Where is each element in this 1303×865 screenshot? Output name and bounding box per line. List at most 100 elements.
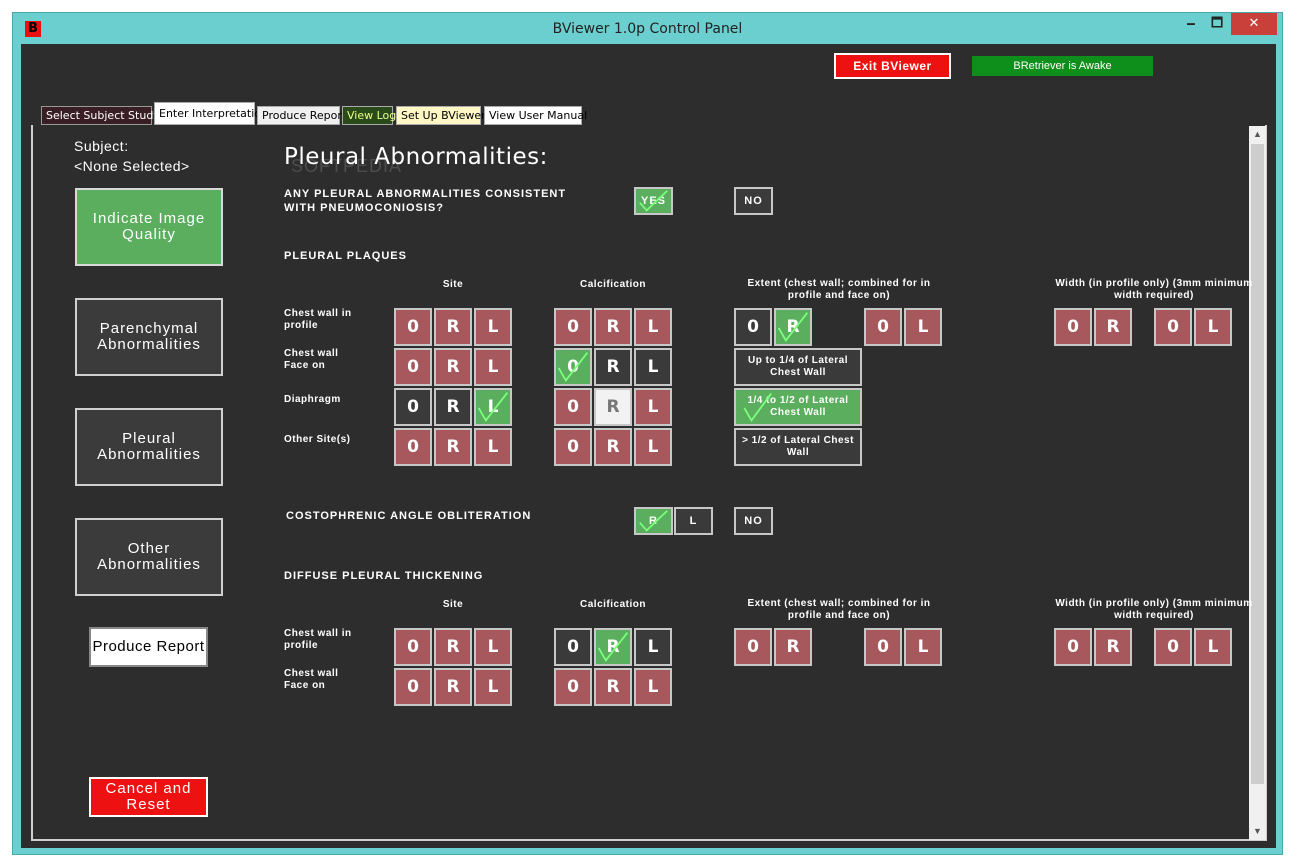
tab-view-log[interactable]: View Log [342,106,396,125]
diffuse-width-r-r-button[interactable]: R [1094,628,1132,666]
plaque-site-o-button[interactable]: 0 [394,428,432,466]
diffuse-site-o-button[interactable]: 0 [394,668,432,706]
diffuse-extent-l-o-button[interactable]: 0 [864,628,902,666]
cancel-and-reset-button[interactable]: Cancel and Reset [89,777,208,817]
plaque-site-r-button-label: R [446,397,460,417]
plaque-calcification-r-button[interactable]: R [594,308,632,346]
plaque-site-l-button[interactable]: L [474,428,512,466]
plaque-calcification-l-button[interactable]: L [634,348,672,386]
diffuse-width-l-l-button[interactable]: L [1194,628,1232,666]
diffuse-site-o-button[interactable]: 0 [394,628,432,666]
no-button[interactable]: NO [734,187,773,215]
diffuse-site-r-button[interactable]: R [434,668,472,706]
maximize-button[interactable]: 🗖 [1204,13,1230,35]
plaque-calcification-r-button-label: R [606,397,620,417]
extent-quarter-to-half-button[interactable]: 1/4 to 1/2 of Lateral Chest Wall [734,388,862,426]
diffuse-extent-r-r-button[interactable]: R [774,628,812,666]
plaque-calcification-r-button-label: R [606,437,620,457]
extent-over-half-button[interactable]: > 1/2 of Lateral Chest Wall [734,428,862,466]
diffuse-extent-r-o-button[interactable]: 0 [734,628,772,666]
plaque-extent-r-o-button-label: 0 [747,317,759,337]
plaque-site-r-button[interactable]: R [434,388,472,426]
plaque-calcification-o-button-label: 0 [567,437,579,457]
calcification-header: Calcification [580,279,646,290]
plaque-width-r-r-button[interactable]: R [1094,308,1132,346]
plaque-site-l-button[interactable]: L [474,388,512,426]
window-title: BViewer 1.0p Control Panel [552,21,743,37]
exit-bviewer-button[interactable]: Exit BViewer [834,53,951,79]
diffuse-extent-r-r-button-label: R [786,637,800,657]
plaque-extent-l-l-button[interactable]: L [904,308,942,346]
extent-up-to-quarter-button[interactable]: Up to 1/4 of Lateral Chest Wall [734,348,862,386]
diffuse-calcification-l-button[interactable]: L [634,628,672,666]
costophrenic-no-button[interactable]: NO [734,507,773,535]
plaque-site-o-button[interactable]: 0 [394,308,432,346]
plaque-extent-r-o-button[interactable]: 0 [734,308,772,346]
plaque-calcification-o-button[interactable]: 0 [554,348,592,386]
plaque-site-r-button[interactable]: R [434,348,472,386]
diffuse-width-r-o-button[interactable]: 0 [1054,628,1092,666]
plaque-site-l-button-label: L [487,357,499,377]
plaque-extent-l-o-button[interactable]: 0 [864,308,902,346]
diffuse-calcification-l-button-label: L [647,637,659,657]
plaque-site-r-button[interactable]: R [434,308,472,346]
diffuse-calcification-r-button[interactable]: R [594,668,632,706]
plaque-site-o-button[interactable]: 0 [394,348,432,386]
tab-enter-interpretation[interactable]: Enter Interpretation [154,102,268,125]
diffuse-extent-l-l-button[interactable]: L [904,628,942,666]
diffuse-site-l-button[interactable]: L [474,668,512,706]
plaque-width-l-l-button-label: L [1207,317,1219,337]
plaque-site-l-button[interactable]: L [474,348,512,386]
plaque-width-l-l-button[interactable]: L [1194,308,1232,346]
produce-report-button[interactable]: Produce Report [89,627,208,667]
costophrenic-l-button[interactable]: L [674,507,713,535]
plaque-calcification-r-button[interactable]: R [594,388,632,426]
plaque-calcification-o-button[interactable]: 0 [554,428,592,466]
scroll-thumb[interactable] [1251,144,1264,784]
diffuse-row-label-face-on: Chest wall Face on [284,668,339,691]
plaque-calcification-r-button[interactable]: R [594,348,632,386]
plaque-site-l-button[interactable]: L [474,308,512,346]
plaque-extent-l-o-button-label: 0 [877,317,889,337]
client-area: Exit BViewer BRetriever is Awake Select … [21,44,1276,848]
tab-set-up-bviewer[interactable]: Set Up BViewer [396,106,486,125]
indicate-image-quality-button[interactable]: Indicate Image Quality [75,188,223,266]
pleural-abnormalities-button[interactable]: Pleural Abnormalities [75,408,223,486]
tab-produce-report[interactable]: Produce Report [257,106,346,125]
plaque-width-l-o-button-label: 0 [1167,317,1179,337]
plaque-calcification-o-button[interactable]: 0 [554,308,592,346]
scroll-down-icon[interactable]: ▼ [1249,823,1266,840]
costophrenic-heading: COSTOPHRENIC ANGLE OBLITERATION [286,510,532,522]
tab-view-user-manual[interactable]: View User Manual [484,106,587,125]
diffuse-site-r-button[interactable]: R [434,628,472,666]
scroll-up-icon[interactable]: ▲ [1249,126,1266,143]
costophrenic-r-label: R [649,515,658,527]
plaque-site-o-button[interactable]: 0 [394,388,432,426]
tab-select-subject-study[interactable]: Select Subject Study [41,106,160,125]
parenchymal-abnormalities-button[interactable]: Parenchymal Abnormalities [75,298,223,376]
plaque-calcification-o-button-label: 0 [567,357,579,377]
plaque-calcification-o-button[interactable]: 0 [554,388,592,426]
plaque-width-l-o-button[interactable]: 0 [1154,308,1192,346]
plaque-width-r-o-button[interactable]: 0 [1054,308,1092,346]
diffuse-site-header: Site [442,599,464,610]
plaque-extent-r-r-button[interactable]: R [774,308,812,346]
plaque-calcification-l-button[interactable]: L [634,308,672,346]
diffuse-calcification-o-button[interactable]: 0 [554,628,592,666]
costophrenic-r-button[interactable]: R [634,507,673,535]
plaque-calcification-r-button[interactable]: R [594,428,632,466]
diffuse-calcification-l-button[interactable]: L [634,668,672,706]
minimize-button[interactable]: 🗕 [1178,13,1204,35]
diffuse-width-l-o-button[interactable]: 0 [1154,628,1192,666]
plaque-site-r-button-label: R [446,437,460,457]
plaque-calcification-l-button[interactable]: L [634,428,672,466]
plaque-calcification-l-button[interactable]: L [634,388,672,426]
diffuse-calcification-o-button[interactable]: 0 [554,668,592,706]
diffuse-site-l-button[interactable]: L [474,628,512,666]
plaque-site-r-button[interactable]: R [434,428,472,466]
other-abnormalities-button[interactable]: Other Abnormalities [75,518,223,596]
close-button[interactable]: ✕ [1231,13,1277,35]
vertical-scrollbar[interactable]: ▲ ▼ [1249,126,1266,840]
diffuse-calcification-r-button[interactable]: R [594,628,632,666]
yes-button[interactable]: YES [634,187,673,215]
